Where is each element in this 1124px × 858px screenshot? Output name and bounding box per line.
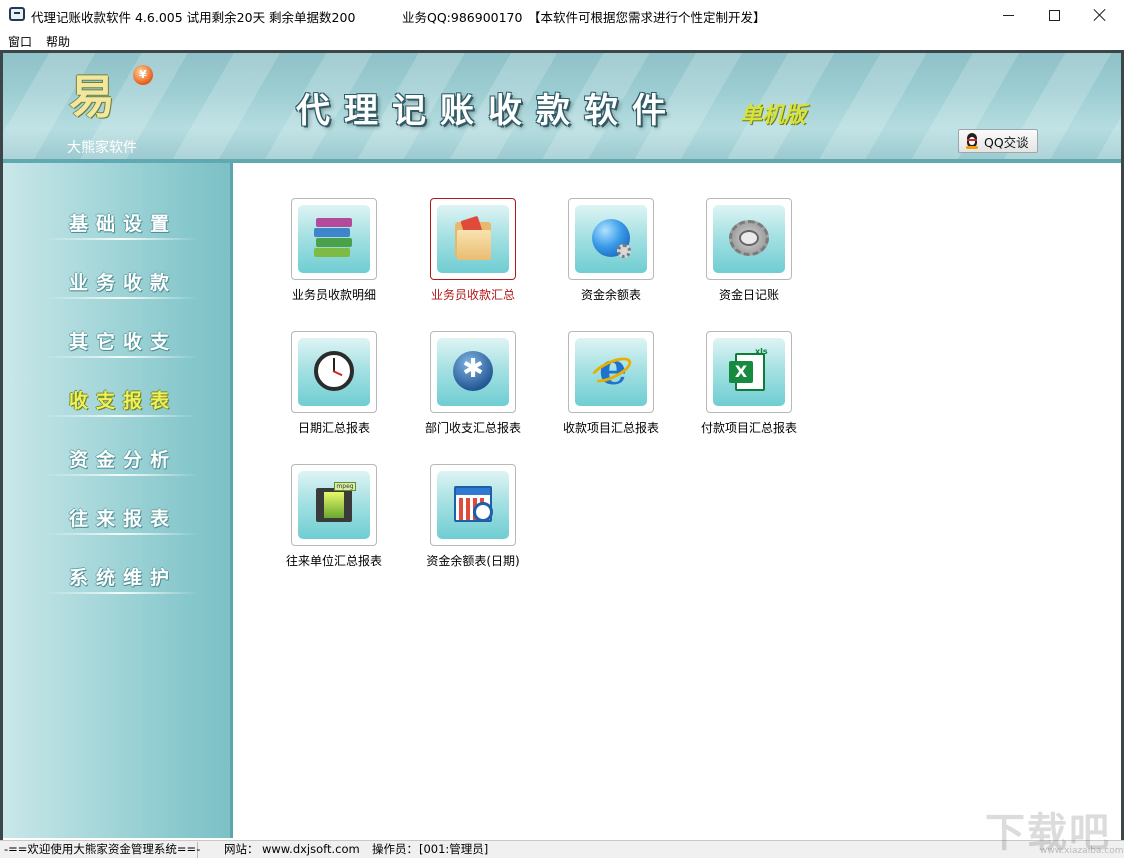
books-icon (312, 216, 356, 262)
report-tile-fund-journal[interactable]: 资金日记账 (678, 198, 808, 313)
report-label: 付款项目汇总报表 (700, 421, 797, 435)
report-tile-salesperson-summary[interactable]: 业务员收款汇总 (402, 198, 532, 313)
sidebar-item-label: 往来报表 (69, 508, 178, 530)
status-bar: -==欢迎使用大熊家资金管理系统==- 网站： www.dxjsoft.com … (0, 840, 1124, 858)
sidebar-item-label: 基础设置 (69, 213, 178, 235)
report-label: 资金日记账 (718, 288, 779, 302)
sidebar-item-system-maintenance[interactable]: 系统维护 (43, 557, 198, 597)
sidebar-item-basic-settings[interactable]: 基础设置 (43, 203, 198, 243)
close-button[interactable] (1077, 0, 1123, 30)
status-operator: [001:管理员] (419, 842, 489, 856)
sidebar-item-business-receipts[interactable]: 业务收款 (43, 262, 198, 302)
edition-label: 单机版 (740, 103, 807, 128)
status-site-label: 网站： (224, 842, 259, 856)
sidebar-item-label: 收支报表 (69, 390, 178, 412)
app-icon (9, 7, 25, 21)
calendar-clock-icon (451, 482, 495, 528)
menu-help[interactable]: 帮助 (46, 33, 70, 50)
report-label: 资金余额表(日期) (426, 554, 520, 568)
sidebar-item-income-expense-reports[interactable]: 收支报表 (43, 380, 198, 420)
status-site: www.dxjsoft.com (262, 842, 360, 856)
title-bar: 代理记账收款软件 4.6.005 试用剩余20天 剩余单据数200 业务QQ:9… (0, 0, 1124, 30)
report-panel: 业务员收款明细 业务员收款汇总 资金余额表 资金日记账 日期汇总报表 ✱ 部门收… (233, 163, 1121, 838)
status-welcome: -==欢迎使用大熊家资金管理系统==- (0, 842, 200, 858)
header-banner: 易 ¥ 大熊家软件 代理记账收款软件 (3, 53, 1121, 161)
menu-window[interactable]: 窗口 (8, 33, 32, 50)
maximize-icon (1048, 9, 1060, 21)
close-icon (1093, 8, 1107, 22)
report-tile-salesperson-detail[interactable]: 业务员收款明细 (263, 198, 393, 313)
company-logo: 易 ¥ 大熊家软件 (65, 61, 155, 156)
report-tile-date-summary[interactable]: 日期汇总报表 (263, 331, 393, 446)
product-title: 代理记账收款软件 (296, 91, 680, 131)
watermark-url: www.xiazaiba.com (1040, 846, 1124, 856)
minimize-icon (1002, 14, 1014, 16)
logo-mark: 易 (69, 70, 115, 124)
yen-coin-icon: ¥ (133, 65, 153, 85)
report-tile-department-summary[interactable]: ✱ 部门收支汇总报表 (402, 331, 532, 446)
report-tile-counterparty-summary[interactable]: mpeg 往来单位汇总报表 (263, 464, 393, 579)
folder-icon (451, 215, 495, 262)
report-tile-fund-balance[interactable]: 资金余额表 (540, 198, 670, 313)
globe-icon (589, 216, 633, 262)
minimize-button[interactable] (985, 0, 1031, 30)
report-tile-receipt-item-summary[interactable]: e 收款项目汇总报表 (540, 331, 670, 446)
sidebar-item-label: 资金分析 (69, 449, 178, 471)
report-label: 往来单位汇总报表 (285, 554, 382, 568)
qq-penguin-icon (964, 133, 980, 149)
company-name: 大熊家软件 (67, 140, 137, 156)
excel-icon: Xxls (727, 347, 771, 395)
sidebar-item-other-income-expense[interactable]: 其它收支 (43, 321, 198, 361)
report-label: 日期汇总报表 (297, 421, 370, 435)
sidebar-item-label: 系统维护 (69, 567, 178, 589)
sidebar-item-account-reports[interactable]: 往来报表 (43, 498, 198, 538)
clock-icon (312, 349, 356, 395)
status-operator-label: 操作员： (372, 842, 418, 856)
sidebar-item-label: 其它收支 (69, 331, 178, 353)
report-label: 业务员收款明细 (291, 288, 376, 302)
accessibility-icon: ✱ (451, 349, 495, 395)
sidebar: 基础设置 业务收款 其它收支 收支报表 资金分析 往来报表 系统维护 (3, 163, 233, 838)
sidebar-item-fund-analysis[interactable]: 资金分析 (43, 439, 198, 479)
maximize-button[interactable] (1031, 0, 1077, 30)
sidebar-item-label: 业务收款 (69, 272, 178, 294)
qq-chat-button[interactable]: QQ交谈 (958, 129, 1038, 153)
qq-chat-label: QQ交谈 (984, 134, 1029, 150)
gear-icon (727, 216, 771, 262)
business-qq: 业务QQ:986900170 (402, 10, 523, 25)
report-tile-payment-item-summary[interactable]: Xxls 付款项目汇总报表 (678, 331, 808, 446)
window-title: 代理记账收款软件 4.6.005 试用剩余20天 剩余单据数200 (31, 10, 356, 25)
menu-bar: 窗口 帮助 (0, 30, 1124, 50)
ie-icon: e (587, 347, 635, 395)
film-icon: mpeg (312, 482, 356, 528)
custom-dev-notice: 【本软件可根据您需求进行个性定制开发】 (528, 10, 766, 25)
report-tile-fund-balance-by-date[interactable]: 资金余额表(日期) (402, 464, 532, 579)
